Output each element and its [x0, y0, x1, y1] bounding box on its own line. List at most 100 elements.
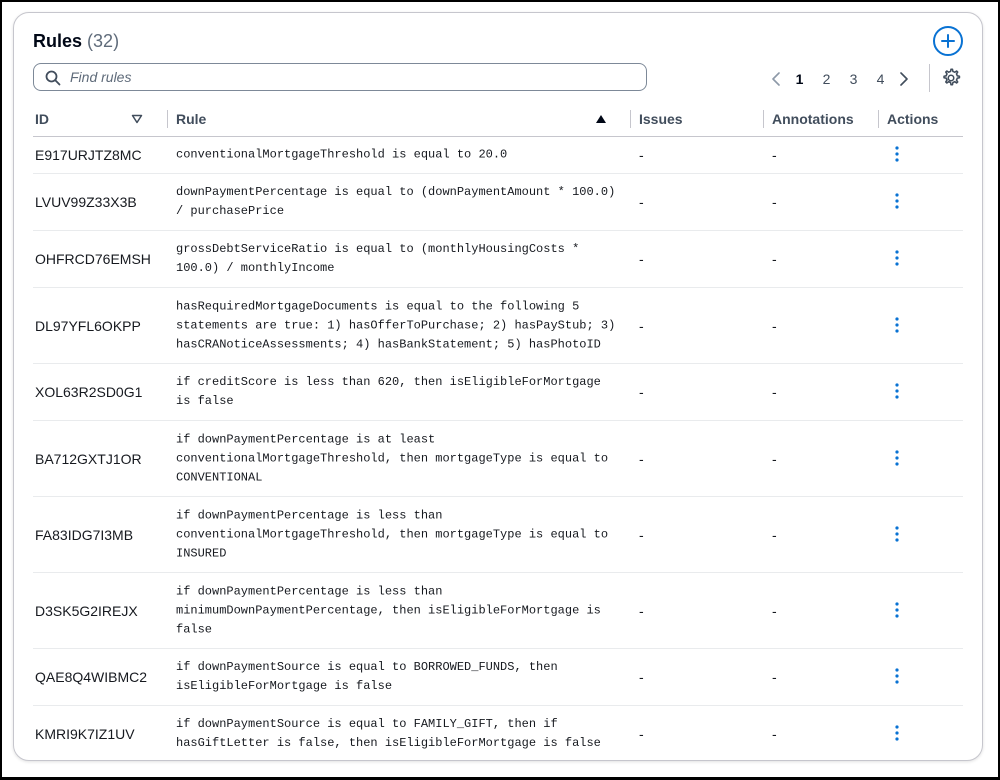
row-actions-button[interactable]	[890, 601, 904, 620]
more-vertical-icon	[895, 668, 899, 684]
plus-icon	[941, 34, 955, 48]
row-actions-button[interactable]	[890, 250, 904, 268]
table-row[interactable]: KMRI9K7IZ1UV if downPaymentSource is equ…	[33, 706, 963, 760]
rule-annotations: -	[772, 726, 777, 742]
rule-issues: -	[639, 726, 644, 742]
rule-id: XOL63R2SD0G1	[35, 384, 143, 400]
table-row[interactable]: XOL63R2SD0G1 if creditScore is less than…	[33, 364, 963, 421]
rule-text: grossDebtServiceRatio is equal to (month…	[176, 242, 580, 275]
table-row[interactable]: E917URJTZ8MC conventionalMortgageThresho…	[33, 136, 963, 174]
rule-annotations: -	[772, 669, 777, 685]
rule-issues: -	[639, 194, 644, 210]
rule-issues: -	[639, 317, 644, 334]
sort-descending-outline-icon[interactable]	[131, 114, 143, 124]
column-header-annotations[interactable]: Annotations	[772, 108, 854, 136]
rules-table-body: E917URJTZ8MC conventionalMortgageThresho…	[33, 136, 963, 760]
table-row[interactable]: BA712GXTJ1OR if downPaymentPercentage is…	[33, 421, 963, 497]
page-1-button[interactable]: 1	[786, 71, 813, 87]
rule-issues: -	[639, 384, 644, 400]
sort-ascending-icon[interactable]	[595, 114, 607, 124]
title-text: Rules	[33, 31, 83, 51]
rule-id: OHFRCD76EMSH	[35, 251, 151, 267]
column-divider	[763, 110, 764, 128]
table-row[interactable]: D3SK5G2IREJX if downPaymentPercentage is…	[33, 573, 963, 649]
next-page-button[interactable]	[894, 69, 914, 89]
more-vertical-icon	[895, 250, 899, 266]
row-actions-button[interactable]	[890, 525, 904, 544]
page-3-button[interactable]: 3	[840, 71, 867, 87]
row-actions-button[interactable]	[890, 725, 904, 743]
row-actions-button[interactable]	[890, 668, 904, 686]
column-divider	[167, 110, 168, 128]
rule-text: if downPaymentPercentage is less than co…	[176, 508, 609, 560]
more-vertical-icon	[895, 725, 899, 741]
rule-annotations: -	[772, 146, 777, 163]
rule-annotations: -	[772, 317, 777, 334]
rule-text: hasRequiredMortgageDocuments is equal to…	[176, 299, 616, 351]
rule-annotations: -	[772, 602, 777, 619]
add-rule-button[interactable]	[933, 26, 963, 56]
rule-issues: -	[639, 146, 644, 163]
column-label-issues: Issues	[639, 111, 683, 127]
rule-annotations: -	[772, 450, 777, 467]
rule-id: D3SK5G2IREJX	[35, 602, 138, 619]
row-actions-button[interactable]	[890, 316, 904, 335]
column-header-issues[interactable]: Issues	[639, 108, 683, 136]
rule-id: E917URJTZ8MC	[35, 146, 142, 163]
row-actions-button[interactable]	[890, 145, 904, 164]
page-2-button[interactable]: 2	[813, 71, 840, 87]
rules-count: (32)	[87, 31, 120, 51]
table-row[interactable]: FA83IDG7I3MB if downPaymentPercentage is…	[33, 497, 963, 573]
column-header-actions: Actions	[887, 108, 938, 136]
rule-annotations: -	[772, 194, 777, 210]
more-vertical-icon	[895, 525, 899, 542]
page-4-button[interactable]: 4	[867, 71, 894, 87]
row-actions-button[interactable]	[890, 193, 904, 211]
rule-issues: -	[639, 526, 644, 543]
column-header-id[interactable]: ID	[35, 108, 49, 136]
chevron-right-icon	[900, 72, 908, 86]
rule-id: KMRI9K7IZ1UV	[35, 726, 135, 742]
column-divider	[878, 110, 879, 128]
window-frame: Rules (32) 1 2 3 4	[0, 0, 1000, 780]
table-row[interactable]: LVUV99Z33X3B downPaymentPercentage is eq…	[33, 174, 963, 231]
search-box	[33, 63, 647, 91]
rule-issues: -	[639, 602, 644, 619]
column-divider	[630, 110, 631, 128]
rule-text: if creditScore is less than 620, then is…	[176, 375, 601, 408]
rule-id: LVUV99Z33X3B	[35, 194, 137, 210]
more-vertical-icon	[895, 601, 899, 618]
column-label-id: ID	[35, 111, 49, 127]
table-row[interactable]: DL97YFL6OKPP hasRequiredMortgageDocument…	[33, 288, 963, 364]
chevron-left-icon	[772, 72, 780, 86]
gear-icon	[943, 68, 961, 86]
rule-text: if downPaymentSource is equal to BORROWE…	[176, 660, 558, 693]
rule-id: DL97YFL6OKPP	[35, 317, 141, 334]
column-header-rule[interactable]: Rule	[176, 108, 206, 136]
more-vertical-icon	[895, 449, 899, 466]
table-row[interactable]: OHFRCD76EMSH grossDebtServiceRatio is eq…	[33, 231, 963, 288]
row-actions-button[interactable]	[890, 449, 904, 468]
preferences-button[interactable]	[940, 67, 962, 89]
toolbar-divider	[929, 64, 930, 92]
rule-text: if downPaymentPercentage is less than mi…	[176, 584, 601, 636]
rule-text: downPaymentPercentage is equal to (downP…	[176, 185, 616, 218]
more-vertical-icon	[895, 383, 899, 399]
column-label-annotations: Annotations	[772, 111, 854, 127]
pagination: 1 2 3 4	[766, 67, 914, 91]
search-input[interactable]	[68, 68, 632, 86]
rule-id: BA712GXTJ1OR	[35, 450, 142, 467]
previous-page-button[interactable]	[766, 69, 786, 89]
rule-id: FA83IDG7I3MB	[35, 526, 134, 543]
more-vertical-icon	[895, 193, 899, 209]
page-title: Rules (32)	[33, 31, 119, 52]
row-actions-button[interactable]	[890, 383, 904, 401]
rule-issues: -	[639, 251, 644, 267]
rule-annotations: -	[772, 526, 777, 543]
search-icon	[45, 70, 61, 86]
rule-id: QAE8Q4WIBMC2	[35, 669, 148, 685]
rules-panel: Rules (32) 1 2 3 4	[13, 12, 983, 761]
table-row[interactable]: QAE8Q4WIBMC2 if downPaymentSource is equ…	[33, 649, 963, 706]
rule-text: conventionalMortgageThreshold is equal t…	[176, 147, 508, 161]
rule-issues: -	[639, 669, 644, 685]
